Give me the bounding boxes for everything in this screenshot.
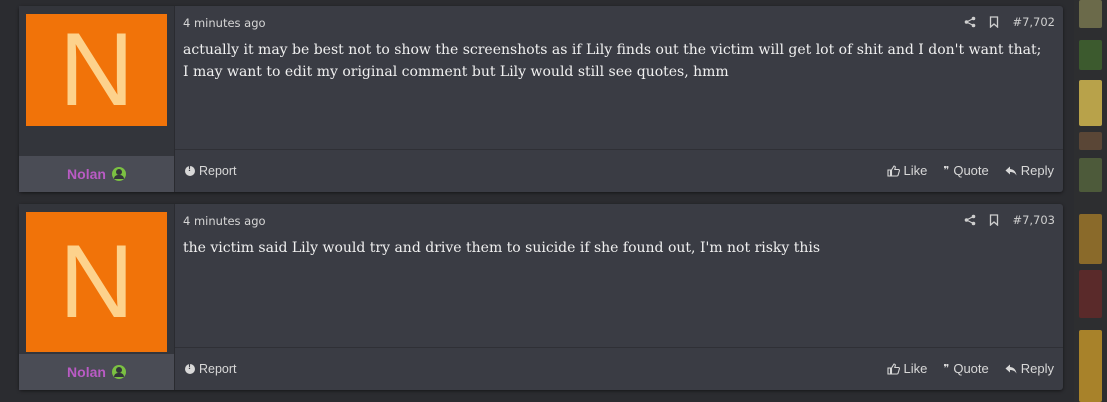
user-online-icon xyxy=(111,167,126,181)
report-label: Report xyxy=(199,164,237,178)
avatar[interactable]: N xyxy=(26,14,167,126)
quote-button[interactable]: ❞ Quote xyxy=(943,361,988,376)
user-info: N Nolan xyxy=(19,204,175,390)
post-body: the victim said Lily would try and drive… xyxy=(183,240,821,256)
thumbnail[interactable] xyxy=(1079,40,1102,70)
thumbnail[interactable] xyxy=(1079,270,1102,318)
sidebar-thumbnail-strip xyxy=(1074,0,1107,402)
post-header-actions: #7,702 xyxy=(964,15,1055,29)
reply-label: Reply xyxy=(1020,361,1054,376)
post-content: 4 minutes ago #7,702 actually it may be … xyxy=(175,6,1063,192)
thumbnail[interactable] xyxy=(1079,214,1102,264)
post-timestamp[interactable]: 4 minutes ago xyxy=(183,214,266,228)
share-icon[interactable] xyxy=(964,214,976,226)
reply-label: Reply xyxy=(1020,163,1054,178)
thumbs-up-icon xyxy=(886,362,900,375)
quote-label: Quote xyxy=(953,163,989,178)
exclamation-circle-icon xyxy=(185,361,195,374)
post-actions: Like ❞ Quote Reply xyxy=(886,163,1054,178)
thumbs-up-icon xyxy=(886,164,900,177)
user-info: N Nolan xyxy=(19,6,175,192)
report-label: Report xyxy=(199,362,237,376)
bookmark-icon[interactable] xyxy=(988,16,1000,28)
report-button[interactable]: Report xyxy=(185,361,237,376)
avatar[interactable]: N xyxy=(26,212,167,352)
post: N Nolan 4 minutes ago #7,703 the victim … xyxy=(19,204,1063,390)
user-online-icon xyxy=(111,365,126,379)
report-button[interactable]: Report xyxy=(185,163,237,178)
username-row: Nolan xyxy=(19,354,174,390)
quote-label: Quote xyxy=(953,361,989,376)
username-link[interactable]: Nolan xyxy=(67,166,106,182)
quote-icon: ❞ xyxy=(943,165,950,177)
quote-icon: ❞ xyxy=(943,363,950,375)
thumbnail[interactable] xyxy=(1079,132,1102,150)
post-header-actions: #7,703 xyxy=(964,213,1055,227)
like-button[interactable]: Like xyxy=(886,163,928,178)
post-number-link[interactable]: #7,702 xyxy=(1012,15,1055,29)
avatar-letter: N xyxy=(58,12,135,128)
thumbnail[interactable] xyxy=(1079,330,1102,402)
username-link[interactable]: Nolan xyxy=(67,364,106,380)
post-timestamp[interactable]: 4 minutes ago xyxy=(183,16,266,30)
post-actions: Like ❞ Quote Reply xyxy=(886,361,1054,376)
reply-button[interactable]: Reply xyxy=(1005,163,1054,178)
exclamation-circle-icon xyxy=(185,163,195,176)
reply-button[interactable]: Reply xyxy=(1005,361,1054,376)
share-icon[interactable] xyxy=(964,16,976,28)
post-number-link[interactable]: #7,703 xyxy=(1012,213,1055,227)
reply-arrow-icon xyxy=(1005,166,1017,175)
post: N Nolan 4 minutes ago #7,702 actually it… xyxy=(19,6,1063,192)
like-label: Like xyxy=(903,163,928,178)
like-label: Like xyxy=(903,361,928,376)
post-footer: Report Like ❞ Quote Reply xyxy=(175,347,1063,390)
bookmark-icon[interactable] xyxy=(988,214,1000,226)
like-button[interactable]: Like xyxy=(886,361,928,376)
post-content: 4 minutes ago #7,703 the victim said Lil… xyxy=(175,204,1063,390)
post-body: actually it may be best not to show the … xyxy=(183,42,1042,80)
quote-button[interactable]: ❞ Quote xyxy=(943,163,988,178)
username-row: Nolan xyxy=(19,156,174,192)
avatar-letter: N xyxy=(58,224,135,340)
thumbnail[interactable] xyxy=(1079,80,1102,126)
thumbnail[interactable] xyxy=(1079,158,1102,192)
thumbnail[interactable] xyxy=(1079,0,1102,28)
post-footer: Report Like ❞ Quote Reply xyxy=(175,149,1063,192)
reply-arrow-icon xyxy=(1005,364,1017,373)
